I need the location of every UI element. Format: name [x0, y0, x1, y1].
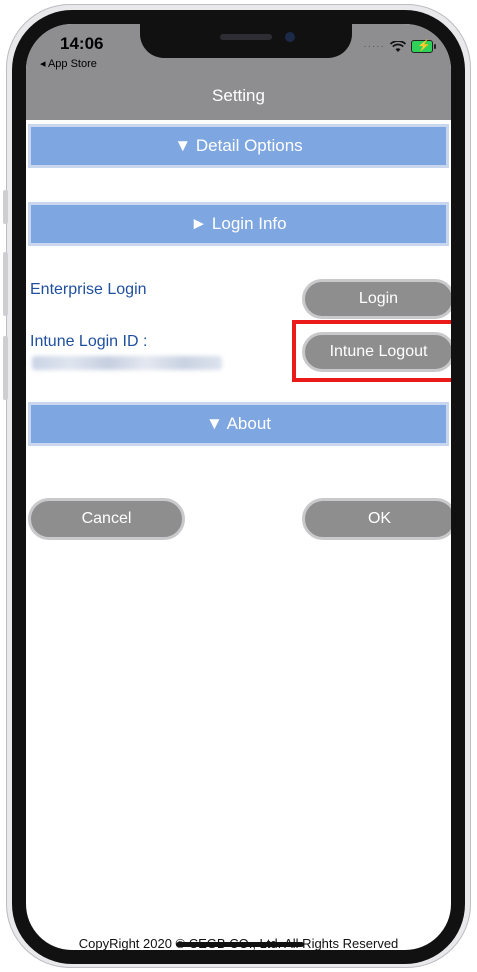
- intune-login-id-label: Intune Login ID :: [30, 333, 148, 350]
- volume-down-button: [3, 336, 8, 400]
- status-time: 14:06: [60, 34, 104, 53]
- front-camera: [285, 32, 295, 42]
- login-button[interactable]: Login: [302, 279, 451, 319]
- login-info-section[interactable]: ► Login Info: [28, 202, 449, 246]
- wifi-icon: [390, 40, 406, 53]
- battery-charging-icon: ⚡: [411, 40, 436, 53]
- device-notch: [140, 24, 352, 58]
- mute-switch: [3, 190, 8, 224]
- page-title: Setting: [212, 86, 265, 105]
- intune-logout-button[interactable]: Intune Logout: [302, 332, 451, 372]
- back-to-app-store-link[interactable]: ◂ App Store: [40, 57, 97, 70]
- speaker-grille: [220, 34, 272, 40]
- volume-up-button: [3, 252, 8, 316]
- cellular-signal-icon: ·····: [363, 41, 385, 52]
- enterprise-login-label: Enterprise Login: [30, 281, 147, 298]
- app-screen: 14:06 ◂ App Store ····· ⚡ Setting ▼ Deta…: [26, 24, 451, 950]
- status-indicators: ····· ⚡: [363, 40, 436, 53]
- intune-login-id-value-redacted: [32, 356, 222, 370]
- home-indicator: [176, 942, 304, 947]
- detail-options-section[interactable]: ▼ Detail Options: [28, 124, 449, 168]
- about-section[interactable]: ▼ About: [28, 402, 449, 446]
- ok-button[interactable]: OK: [302, 498, 451, 540]
- cancel-button[interactable]: Cancel: [28, 498, 185, 540]
